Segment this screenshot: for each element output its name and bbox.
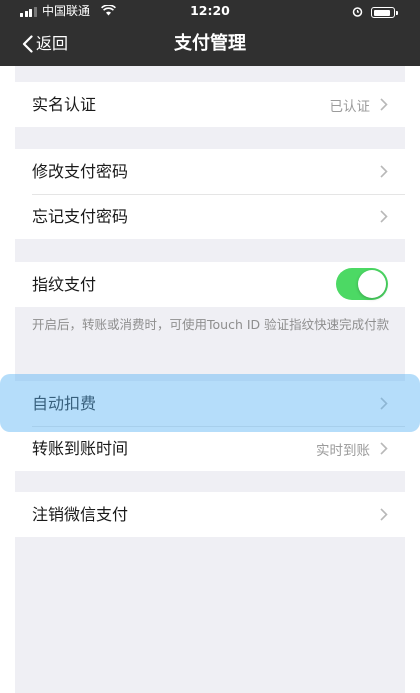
top-bar: 中国联通 12:20 返回 支付管理 (0, 0, 420, 66)
chevron-right-icon (380, 442, 388, 455)
fingerprint-note: 开启后，转账或消费时，可使用Touch ID 验证指纹快速完成付款 (32, 317, 390, 332)
battery-level (373, 9, 390, 16)
forgot-password-label: 忘记支付密码 (32, 206, 129, 226)
transfer-time-row[interactable]: 转账到账时间 实时到账 (15, 426, 405, 471)
nav-bar: 返回 支付管理 (0, 24, 420, 66)
fingerprint-row: 指纹支付 (15, 262, 405, 307)
chevron-right-icon (380, 98, 388, 111)
alarm-icon (352, 7, 363, 17)
realname-row[interactable]: 实名认证 已认证 (15, 82, 405, 127)
group-password: 修改支付密码 忘记支付密码 (15, 149, 405, 239)
cancel-pay-row[interactable]: 注销微信支付 (15, 492, 405, 537)
realname-status: 已认证 (329, 98, 371, 115)
fingerprint-label: 指纹支付 (32, 274, 97, 294)
chevron-right-icon (380, 165, 388, 178)
settings-list: 实名认证 已认证 修改支付密码 忘记支付密码 指纹支付 开启后，转账或消费时，可… (15, 66, 405, 693)
fingerprint-toggle[interactable] (336, 268, 388, 300)
page-title: 支付管理 (174, 33, 246, 54)
chevron-right-icon (380, 508, 388, 521)
change-password-label: 修改支付密码 (32, 161, 129, 181)
transfer-time-label: 转账到账时间 (32, 438, 129, 458)
group-billing: 自动扣费 转账到账时间 实时到账 (15, 381, 405, 471)
auto-deduct-label: 自动扣费 (32, 393, 97, 413)
auto-deduct-row[interactable]: 自动扣费 (15, 381, 405, 426)
transfer-time-value: 实时到账 (316, 442, 370, 459)
change-password-row[interactable]: 修改支付密码 (15, 149, 405, 194)
group-cancel: 注销微信支付 (15, 492, 405, 537)
realname-label: 实名认证 (32, 94, 97, 114)
chevron-right-icon (380, 397, 388, 410)
group-fingerprint: 指纹支付 (15, 262, 405, 307)
battery-icon (371, 7, 398, 18)
forgot-password-row[interactable]: 忘记支付密码 (15, 194, 405, 239)
toggle-knob (358, 270, 386, 298)
cancel-pay-label: 注销微信支付 (32, 504, 129, 524)
status-bar: 中国联通 12:20 (0, 0, 420, 24)
chevron-right-icon (380, 210, 388, 223)
group-realname: 实名认证 已认证 (15, 82, 405, 127)
